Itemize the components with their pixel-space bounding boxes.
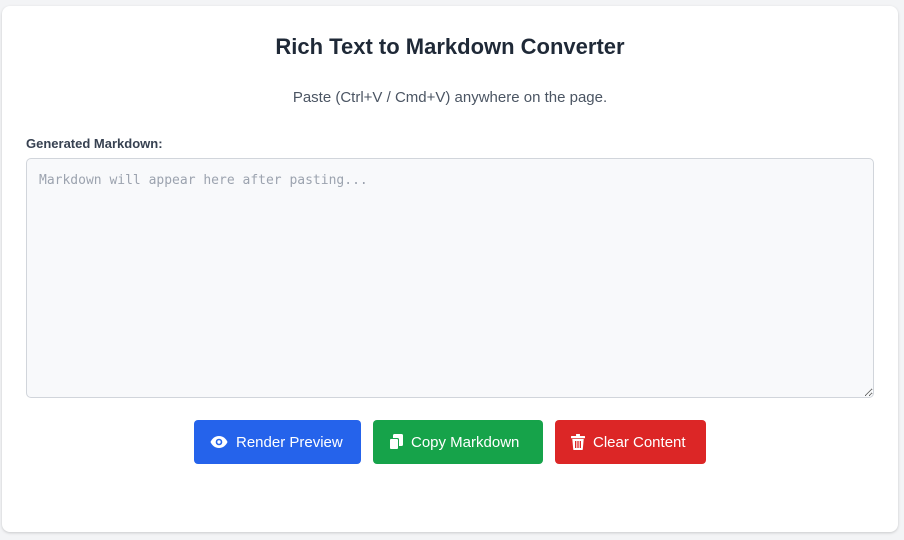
copy-icon (389, 434, 403, 450)
copy-markdown-button[interactable]: Copy Markdown (373, 420, 543, 464)
converter-card: Rich Text to Markdown Converter Paste (C… (2, 6, 898, 532)
eye-icon (210, 435, 228, 449)
page-title: Rich Text to Markdown Converter (275, 34, 625, 59)
page-subtitle: Paste (Ctrl+V / Cmd+V) anywhere on the p… (292, 89, 608, 106)
copy-markdown-label: Copy Markdown (411, 433, 520, 451)
clear-content-button[interactable]: Clear Content (555, 420, 706, 464)
markdown-output-textarea[interactable] (26, 158, 874, 398)
action-buttons: Render Preview Copy Markdown Clear Conte… (2, 420, 898, 464)
clear-content-label: Clear Content (593, 433, 686, 451)
render-preview-label: Render Preview (236, 433, 343, 451)
trash-icon (571, 434, 585, 450)
render-preview-button[interactable]: Render Preview (194, 420, 361, 464)
markdown-label: Generated Markdown: (26, 136, 163, 151)
